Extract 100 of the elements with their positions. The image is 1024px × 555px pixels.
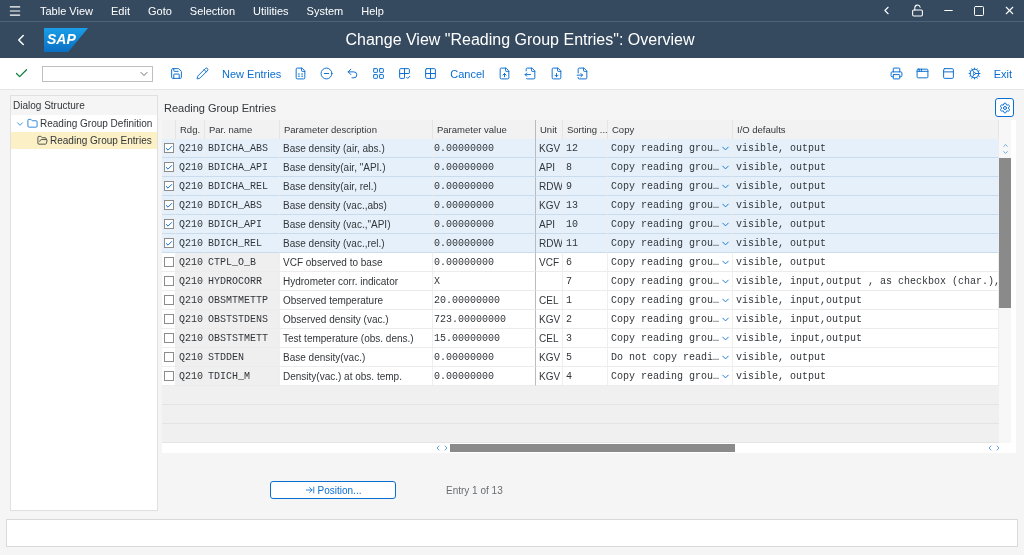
panel-icon[interactable] [941,67,955,80]
window-icon[interactable] [915,67,929,80]
table-cell: Hydrometer corr. indicator [280,272,433,291]
row-checkbox[interactable] [162,367,176,386]
panel-title: Dialog Structure [11,96,157,115]
row-checkbox[interactable] [162,139,176,158]
table-cell: 11 [563,234,608,253]
row-checkbox[interactable] [162,272,176,291]
undo-icon[interactable] [346,67,360,80]
select-block-icon[interactable] [398,67,412,80]
file-up-icon[interactable] [497,67,511,80]
table-cell: Q210 [176,367,205,386]
column-header[interactable]: Copy [608,120,733,139]
copy-dropdown[interactable]: Copy reading grou… [608,291,733,310]
column-header[interactable]: Parameter description [280,120,433,139]
menu-item[interactable]: Goto [147,4,172,17]
menu-item[interactable]: Table View [40,4,93,17]
print-icon[interactable] [889,67,903,80]
dropdown-value: Copy reading grou… [611,313,720,325]
table-cell: 0.00000000 [433,253,536,272]
table-cell: 9 [563,177,608,196]
menu-item[interactable]: Edit [111,4,130,17]
row-checkbox[interactable] [162,329,176,348]
menu-item[interactable]: Help [361,4,384,17]
copy-dropdown[interactable]: Copy reading grou… [608,272,733,291]
menu-icon[interactable] [8,3,22,18]
table-cell: X [433,272,536,291]
column-header[interactable]: Unit [536,120,563,139]
copy-dropdown[interactable]: Copy reading grou… [608,139,733,158]
table-cell: 0.00000000 [433,215,536,234]
table-cell: Base density(air, "API.) [280,158,433,177]
entry-counter: Entry 1 of 13 [446,484,503,496]
vertical-scrollbar[interactable] [999,120,1011,443]
copy-dropdown[interactable]: Copy reading grou… [608,215,733,234]
column-header[interactable]: Rdg. [176,120,205,139]
file-export-icon[interactable] [523,67,537,80]
copy-dropdown[interactable]: Copy reading grou… [608,177,733,196]
copy-dropdown[interactable]: Copy reading grou… [608,196,733,215]
table-cell: Base density (air, abs.) [280,139,433,158]
row-checkbox[interactable] [162,253,176,272]
table-cell: visible, input,output [733,329,999,348]
table-cell: OBSMTMETTP [205,291,280,310]
new-entries-button[interactable]: New Entries [222,67,282,80]
row-checkbox[interactable] [162,177,176,196]
row-checkbox[interactable] [162,196,176,215]
menu-item[interactable]: System [306,4,344,17]
table-cell: visible, output [733,348,999,367]
table-cell: visible, input,output , as checkbox (char.), [733,272,999,291]
copy-dropdown[interactable]: Copy reading grou… [608,158,733,177]
file-import-icon[interactable] [575,67,589,80]
close-icon[interactable] [1003,4,1016,17]
copy-dropdown[interactable]: Copy reading grou… [608,234,733,253]
delete-icon[interactable] [320,67,334,80]
copy-dropdown[interactable]: Copy reading grou… [608,253,733,272]
table-cell: VCF observed to base [280,253,433,272]
position-button[interactable]: Position... [270,481,396,499]
table-cell: visible, output [733,367,999,386]
column-header[interactable]: I/O defaults [733,120,999,139]
tree-item[interactable]: Reading Group Entries [11,132,157,149]
table-cell: visible, output [733,139,999,158]
folder-icon [27,118,38,129]
table-cell: API [536,215,563,234]
lock-open-icon[interactable] [911,4,924,17]
row-checkbox[interactable] [162,215,176,234]
copy-dropdown[interactable]: Do not copy readi… [608,348,733,367]
save-icon[interactable] [170,67,183,80]
copy-dropdown[interactable]: Copy reading grou… [608,367,733,386]
command-field[interactable] [42,65,153,82]
column-header[interactable]: Par. name [205,120,280,139]
table-cell: Q210 [176,291,205,310]
table-cell: 0.00000000 [433,234,536,253]
table-cell: Q210 [176,177,205,196]
cancel-button[interactable]: Cancel [450,67,485,80]
row-checkbox[interactable] [162,291,176,310]
scroll-left-right-icon[interactable] [986,444,1002,452]
select-all-icon[interactable] [372,67,386,80]
row-checkbox[interactable] [162,234,176,253]
pencil-icon[interactable] [196,67,209,80]
column-header[interactable]: Parameter value [433,120,536,139]
table-cell: 0.00000000 [433,177,536,196]
dropdown-value: Copy reading grou… [611,332,720,344]
scrollbar-thumb[interactable] [450,444,735,452]
row-checkbox[interactable] [162,158,176,177]
copy-icon[interactable] [294,67,308,80]
copy-dropdown[interactable]: Copy reading grou… [608,329,733,348]
menu-item[interactable]: Utilities [253,4,289,17]
menu-item[interactable]: Selection [189,4,236,17]
file-down-icon[interactable] [549,67,563,80]
dropdown-value: Copy reading grou… [611,256,720,268]
row-checkbox[interactable] [162,310,176,329]
deselect-all-icon[interactable] [424,67,438,80]
exit-button[interactable]: Exit [993,67,1012,80]
copy-dropdown[interactable]: Copy reading grou… [608,310,733,329]
table-cell: 3 [563,329,608,348]
row-checkbox[interactable] [162,348,176,367]
maximize-icon[interactable] [973,4,985,17]
scroll-left-right-icon[interactable] [434,444,450,452]
column-header[interactable]: Sorting ... [563,120,608,139]
scrollbar-thumb[interactable] [999,158,1011,308]
table-cell: Base density (vac.,rel.) [280,234,433,253]
